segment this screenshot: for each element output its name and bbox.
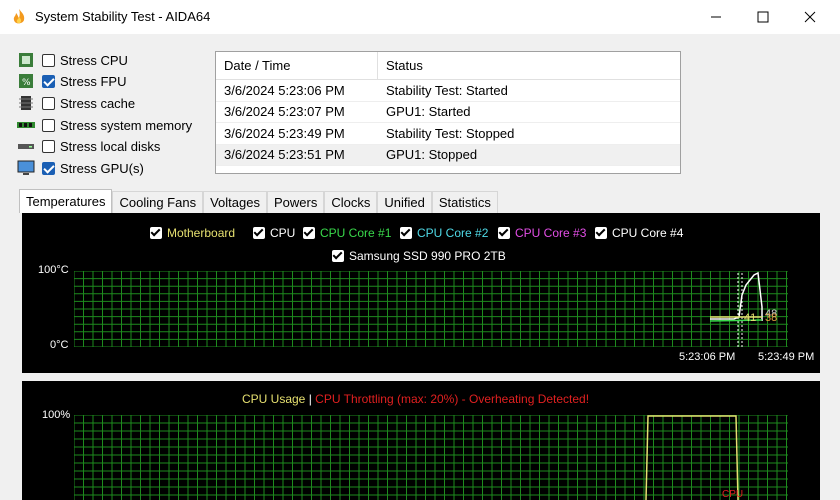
stress-fpu-option[interactable]: % Stress FPU <box>17 72 126 90</box>
legend-label: CPU Core #3 <box>515 226 587 240</box>
legend-checkbox[interactable] <box>595 227 607 239</box>
minimize-icon <box>711 16 721 18</box>
cpu-usage-title: CPU Usage <box>242 392 306 406</box>
log-status: GPU1: Started <box>386 104 471 120</box>
stress-disks-label: Stress local disks <box>60 138 161 154</box>
table-row[interactable]: 3/6/2024 5:23:06 PM Stability Test: Star… <box>216 80 680 102</box>
log-header: Date / Time Status <box>216 52 680 80</box>
svg-text:%: % <box>22 78 31 88</box>
log-header-status[interactable]: Status <box>378 52 680 79</box>
time-label-start: 5:23:06 PM <box>679 351 736 363</box>
throttle-readout: CPU <box>722 489 744 500</box>
table-row[interactable]: 3/6/2024 5:23:51 PM GPU1: Stopped <box>216 144 680 166</box>
stress-cache-option[interactable]: Stress cache <box>17 94 135 112</box>
legend-label: CPU <box>270 226 296 240</box>
stress-memory-label: Stress system memory <box>60 117 193 133</box>
y-axis-min-label: 0°C <box>50 339 69 351</box>
stress-gpu-checkbox[interactable] <box>42 161 55 175</box>
tab-statistics[interactable]: Statistics <box>431 191 498 213</box>
tab-clocks[interactable]: Clocks <box>324 191 378 213</box>
tab-cooling-fans[interactable]: Cooling Fans <box>112 191 204 213</box>
tab-unified[interactable]: Unified <box>377 191 432 213</box>
legend-label: CPU Core #4 <box>612 226 684 240</box>
legend-cpu-core-3[interactable]: CPU Core #3 <box>498 226 586 240</box>
stress-gpu-option[interactable]: Stress GPU(s) <box>17 159 144 177</box>
time-label-end: 5:23:49 PM <box>758 351 815 363</box>
tab-voltages[interactable]: Voltages <box>203 191 267 213</box>
fpu-chip-icon: % <box>19 74 33 88</box>
temperature-graph-panel: Motherboard CPU CPU Core #1 CPU Core #2 … <box>22 213 820 373</box>
legend-checkbox[interactable] <box>400 227 412 239</box>
legend-cpu-core-2[interactable]: CPU Core #2 <box>400 226 488 240</box>
cpu-throttling-title: CPU Throttling (max: 20%) - Overheating … <box>315 392 590 406</box>
maximize-button[interactable] <box>740 0 786 34</box>
y-axis-max-label: 100°C <box>38 264 69 276</box>
legend-motherboard[interactable]: Motherboard <box>150 226 235 240</box>
legend-checkbox[interactable] <box>498 227 510 239</box>
log-header-date[interactable]: Date / Time <box>216 52 378 79</box>
legend-label: CPU Core #1 <box>320 226 392 240</box>
temperature-readout-38: 38 <box>765 312 778 324</box>
tab-temperatures[interactable]: Temperatures <box>19 189 113 213</box>
legend-label: Samsung SSD 990 PRO 2TB <box>349 249 506 263</box>
usage-grid <box>74 415 788 500</box>
stress-fpu-label: Stress FPU <box>60 73 127 89</box>
legend-label: CPU Core #2 <box>417 226 489 240</box>
legend-checkbox[interactable] <box>332 250 344 262</box>
log-date: 3/6/2024 5:23:49 PM <box>224 125 345 141</box>
legend-cpu-core-1[interactable]: CPU Core #1 <box>303 226 391 240</box>
log-date: 3/6/2024 5:23:51 PM <box>224 147 345 163</box>
title-separator: | <box>308 392 312 406</box>
usage-y-axis-max-label: 100% <box>42 409 71 421</box>
legend-checkbox[interactable] <box>253 227 265 239</box>
monitor-icon <box>17 160 35 175</box>
stress-memory-checkbox[interactable] <box>42 118 55 132</box>
table-row[interactable]: 3/6/2024 5:23:07 PM GPU1: Started <box>216 102 680 123</box>
log-status: Stability Test: Stopped <box>386 125 515 141</box>
aida64-flame-icon <box>13 9 25 24</box>
maximize-icon <box>757 11 769 23</box>
legend-label: Motherboard <box>167 226 236 240</box>
legend-samsung-ssd[interactable]: Samsung SSD 990 PRO 2TB <box>332 249 506 263</box>
temperature-readout-41: 41 <box>744 312 757 324</box>
minimize-button[interactable] <box>693 0 739 34</box>
tab-powers[interactable]: Powers <box>266 191 325 213</box>
log-date: 3/6/2024 5:23:07 PM <box>224 104 345 120</box>
event-log-table[interactable]: Date / Time Status 3/6/2024 5:23:06 PM S… <box>215 51 681 174</box>
close-icon <box>804 11 816 23</box>
stress-gpu-label: Stress GPU(s) <box>60 160 144 176</box>
stress-disks-option[interactable]: Stress local disks <box>17 137 160 155</box>
stress-cache-checkbox[interactable] <box>42 96 55 110</box>
temperature-grid <box>74 271 788 347</box>
usage-graph-title: CPU Usage | CPU Throttling (max: 20%) - … <box>242 392 589 406</box>
stress-cache-label: Stress cache <box>60 95 136 111</box>
stress-cpu-option[interactable]: Stress CPU <box>17 51 128 69</box>
cpu-usage-graph-panel: CPU Usage | CPU Throttling (max: 20%) - … <box>22 381 820 500</box>
stress-cpu-checkbox[interactable] <box>42 53 55 67</box>
cache-icon <box>19 96 33 110</box>
log-date: 3/6/2024 5:23:06 PM <box>224 82 345 98</box>
stress-disks-checkbox[interactable] <box>42 139 55 153</box>
window-title: System Stability Test - AIDA64 <box>35 9 211 24</box>
close-button[interactable] <box>787 0 833 34</box>
cpu-chip-icon <box>19 53 33 67</box>
table-row[interactable]: 3/6/2024 5:23:49 PM Stability Test: Stop… <box>216 123 680 145</box>
stress-memory-option[interactable]: Stress system memory <box>17 116 192 134</box>
stress-cpu-label: Stress CPU <box>60 52 128 68</box>
title-bar: System Stability Test - AIDA64 <box>0 0 840 34</box>
legend-checkbox[interactable] <box>150 227 162 239</box>
log-status: Stability Test: Started <box>386 82 508 98</box>
log-status: GPU1: Stopped <box>386 147 478 163</box>
memory-module-icon <box>17 122 35 128</box>
stress-fpu-checkbox[interactable] <box>42 74 55 88</box>
disk-icon <box>18 144 34 149</box>
legend-cpu-core-4[interactable]: CPU Core #4 <box>595 226 683 240</box>
legend-checkbox[interactable] <box>303 227 315 239</box>
graph-tabs: Temperatures Cooling Fans Voltages Power… <box>19 189 498 213</box>
legend-cpu[interactable]: CPU <box>253 226 295 240</box>
